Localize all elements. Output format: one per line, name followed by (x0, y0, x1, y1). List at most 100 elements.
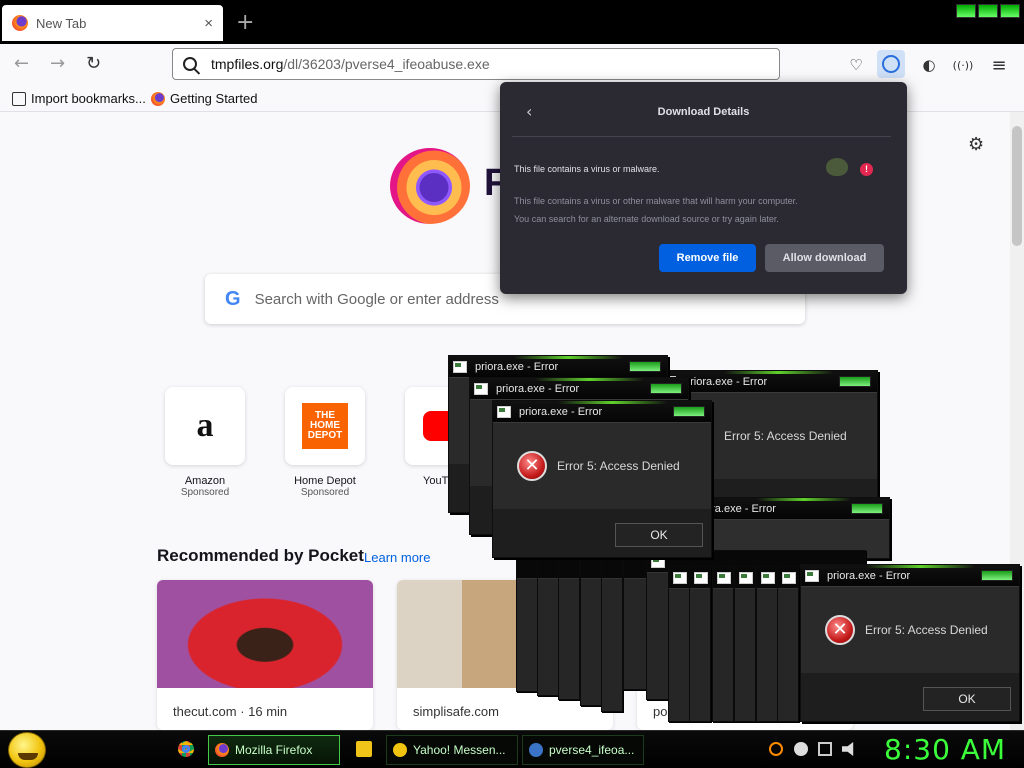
error-window-stack[interactable] (734, 566, 756, 722)
error-window-stack[interactable] (601, 556, 623, 712)
taskbar: Mozilla Firefox Yahoo! Messen... pverse4… (0, 730, 1024, 768)
tab-strip: New Tab × + (0, 0, 1024, 44)
forward-button[interactable]: → (50, 53, 65, 74)
screen: New Tab × + ← → ↻ tmpfiles.org /dl/36203… (0, 0, 1024, 768)
window-title: priora.exe - Error (475, 361, 559, 373)
close-button[interactable] (839, 376, 871, 387)
shortcut-amazon[interactable]: a Amazon Sponsored (165, 387, 245, 498)
error-window-stack[interactable] (689, 566, 711, 722)
error-window-stack[interactable] (580, 556, 602, 706)
import-icon (12, 91, 26, 106)
close-button[interactable] (673, 406, 705, 417)
window-title: priora.exe - Error (519, 406, 603, 418)
taskbar-pverse4[interactable]: pverse4_ifeoa... (522, 735, 644, 765)
error-window-stack[interactable] (668, 566, 690, 722)
ok-button[interactable]: OK (615, 523, 703, 547)
amazon-icon: a (196, 407, 214, 444)
pocket-learn-more-link[interactable]: Learn more (364, 550, 430, 565)
close-window-button[interactable] (1000, 4, 1020, 18)
downloads-button[interactable] (877, 50, 905, 78)
scrollbar-thumb[interactable] (1012, 126, 1022, 246)
window-title: ora.exe - Error (705, 503, 776, 515)
search-placeholder: Search with Google or enter address (254, 290, 499, 308)
minimize-button[interactable] (956, 4, 976, 18)
firefox-icon (215, 743, 229, 757)
pocket-icon[interactable]: ♡ (845, 54, 867, 76)
account-icon[interactable]: ◐ (918, 54, 940, 76)
folder-icon[interactable] (356, 741, 372, 757)
settings-gear-icon[interactable]: ⚙ (968, 134, 984, 155)
error-window-stack[interactable] (777, 566, 799, 722)
taskbar-yahoo-messenger[interactable]: Yahoo! Messen... (386, 735, 518, 765)
back-button[interactable]: ← (14, 53, 29, 74)
close-button[interactable] (851, 503, 883, 514)
menu-button[interactable]: ≡ (988, 54, 1010, 76)
bookmark-label: Getting Started (170, 91, 258, 106)
bookmark-getting-started[interactable]: Getting Started (151, 91, 257, 106)
app-icon (453, 361, 467, 373)
task-label: Mozilla Firefox (235, 743, 313, 757)
chrome-icon[interactable] (178, 741, 194, 757)
bookmark-import[interactable]: Import bookmarks... (12, 91, 146, 106)
yahoo-messenger-icon (393, 743, 407, 757)
ok-button[interactable]: OK (923, 687, 1011, 711)
malware-bug-icon (826, 158, 848, 176)
network-icon[interactable] (818, 742, 832, 756)
panel-title: Download Details (657, 106, 750, 118)
google-icon: G (225, 287, 241, 310)
firefox-icon (12, 15, 28, 31)
search-tray-icon[interactable] (769, 742, 783, 756)
sponsored-label: Sponsored (180, 487, 230, 498)
app-icon (474, 383, 488, 395)
url-bar[interactable]: tmpfiles.org /dl/36203/pverse4_ifeoabuse… (172, 48, 780, 80)
new-tab-button[interactable]: + (236, 10, 254, 35)
error-x-icon: ✕ (825, 615, 855, 645)
clock[interactable]: 8:30 AM (884, 733, 1006, 766)
status-tray-icon[interactable] (794, 742, 808, 756)
url-path: /dl/36203/pverse4_ifeoabuse.exe (283, 56, 490, 72)
tab-close-icon[interactable]: × (204, 15, 213, 32)
url-host: tmpfiles.org (211, 56, 284, 72)
malware-warning: This file contains a virus or malware. (514, 164, 660, 174)
error-message: Error 5: Access Denied (557, 459, 680, 473)
card-source: thecut.com · 16 min (173, 704, 288, 719)
window-controls (956, 4, 1020, 18)
sponsored-label: Sponsored (300, 487, 350, 498)
taskbar-firefox[interactable]: Mozilla Firefox (208, 735, 340, 765)
file-icon (529, 743, 543, 757)
error-window-stack[interactable] (516, 556, 538, 692)
volume-icon[interactable] (842, 742, 854, 756)
error-window-stack[interactable] (756, 566, 778, 722)
error-message: Error 5: Access Denied (724, 429, 847, 443)
tab-new-tab[interactable]: New Tab × (2, 5, 223, 41)
error-x-icon: ✕ (517, 451, 547, 481)
home-depot-icon: THE HOME DEPOT (302, 403, 348, 449)
task-label: Yahoo! Messen... (413, 743, 506, 757)
search-icon (183, 57, 197, 71)
error-window-stack[interactable] (712, 566, 734, 722)
window-title: priora.exe - Error (684, 376, 768, 388)
bookmark-label: Import bookmarks... (31, 91, 146, 106)
close-button[interactable] (629, 361, 661, 372)
close-button[interactable] (650, 383, 682, 394)
start-button-smiley-icon[interactable] (8, 732, 46, 768)
allow-download-button[interactable]: Allow download (765, 244, 884, 272)
close-button[interactable] (981, 570, 1013, 581)
alert-icon: ! (860, 163, 873, 176)
firefox-icon (151, 91, 165, 106)
card-image (157, 580, 373, 688)
detail-line: This file contains a virus or other malw… (514, 196, 798, 206)
app-icon (497, 406, 511, 418)
shortcut-home-depot[interactable]: THE HOME DEPOT Home Depot Sponsored (285, 387, 365, 498)
pocket-heading: Recommended by Pocket (157, 546, 364, 565)
error-window-stack[interactable] (537, 556, 559, 696)
maximize-button[interactable] (978, 4, 998, 18)
pocket-card[interactable]: thecut.com · 16 min (157, 580, 373, 730)
reload-button[interactable]: ↻ (86, 53, 101, 74)
firefox-logo (390, 148, 470, 224)
error-dialog-front-right[interactable]: priora.exe - Error ✕ Error 5: Access Den… (800, 564, 1020, 722)
extensions-icon[interactable]: ((·)) (952, 54, 974, 76)
error-dialog-front-left[interactable]: priora.exe - Error ✕ Error 5: Access Den… (492, 400, 712, 558)
error-window-stack[interactable] (558, 556, 580, 700)
remove-file-button[interactable]: Remove file (659, 244, 756, 272)
